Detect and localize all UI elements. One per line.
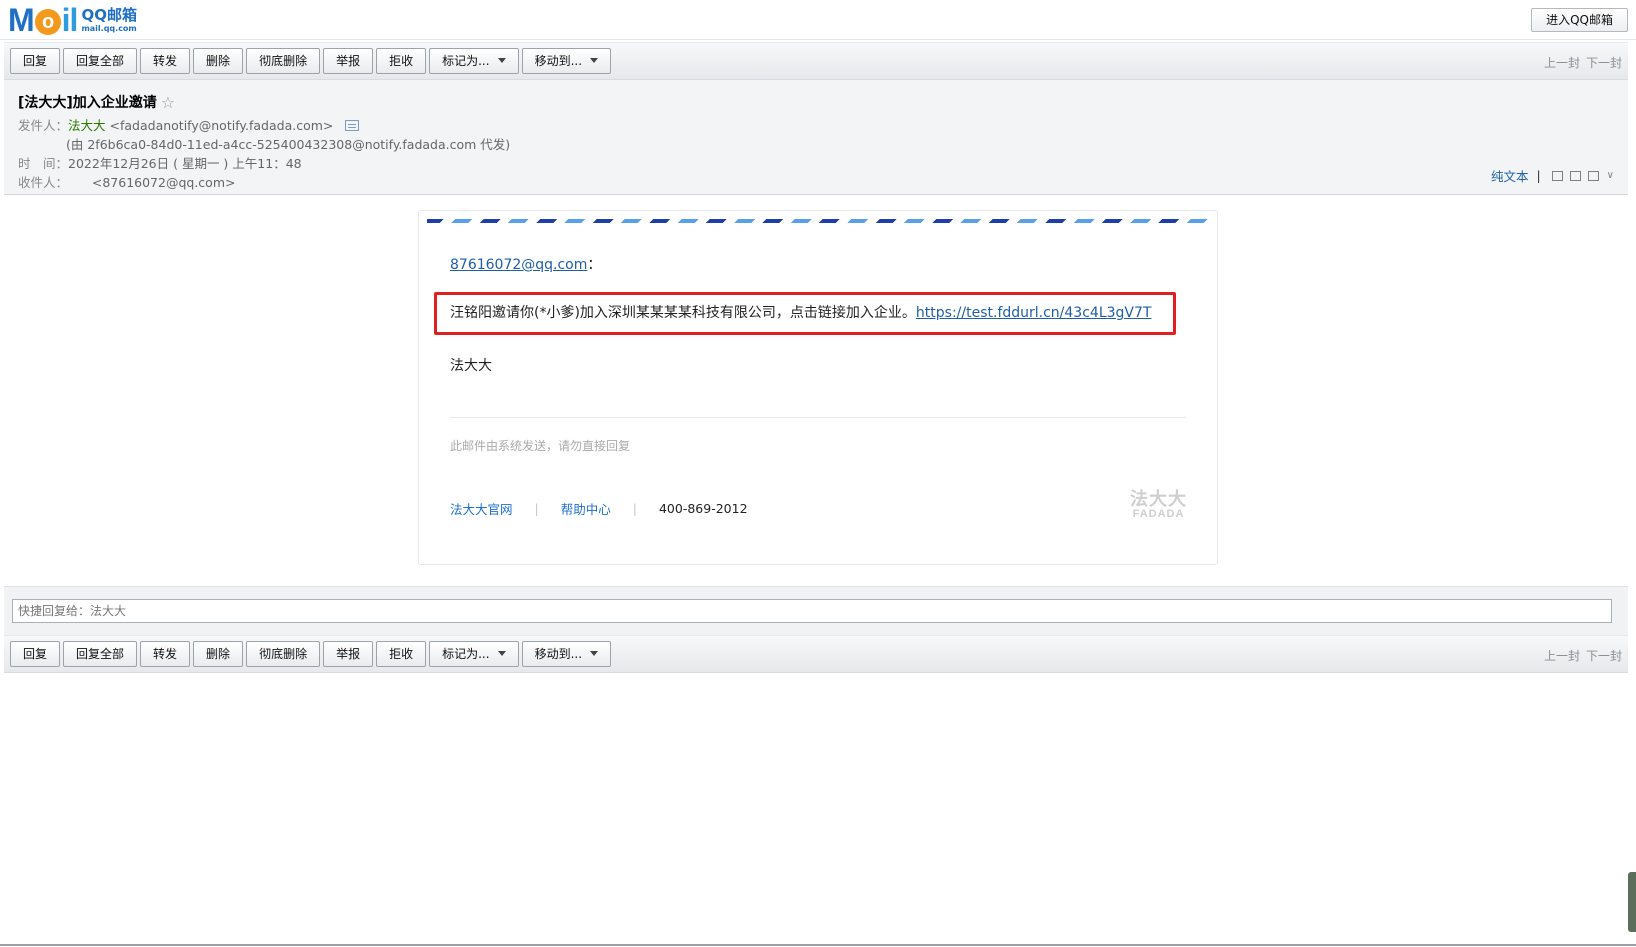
quick-reply-bar: 快捷回复给：法大大: [4, 586, 1628, 636]
support-phone: 400-869-2012: [658, 501, 748, 516]
toolbar-buttons: 回复 回复全部 转发 删除 彻底删除 举报 拒收 标记为... 移动到...: [10, 641, 612, 667]
forward-button[interactable]: 转发: [140, 48, 191, 74]
recipient-value: <87616072@qq.com>: [91, 175, 236, 190]
prev-next-nav: 上一封 下一封: [1544, 647, 1622, 664]
logo-domain: mail.qq.com: [81, 23, 137, 33]
reply-all-button[interactable]: 回复全部: [63, 48, 138, 74]
chevron-down-icon: [590, 651, 599, 656]
system-notice: 此邮件由系统发送，请勿直接回复: [450, 439, 631, 453]
top-header: Mo il QQ邮箱 mail.qq.com 进入QQ邮箱: [0, 0, 1636, 40]
more-chevron-icon[interactable]: ∨: [1607, 170, 1614, 181]
window-bottom-edge: [0, 944, 1636, 946]
logo-cn: QQ邮箱: [81, 5, 137, 24]
help-center-link[interactable]: 帮助中心: [561, 499, 611, 518]
enter-qqmail-button[interactable]: 进入QQ邮箱: [1531, 8, 1628, 32]
next-mail-link[interactable]: 下一封: [1586, 54, 1622, 71]
greeting: 87616072@qq.com：: [450, 257, 602, 273]
quick-reply-input[interactable]: 快捷回复给：法大大: [12, 599, 1612, 623]
footer-links: 法大大官网 | 帮助中心 | 400-869-2012: [450, 499, 748, 518]
time-line: 时 间：2022年12月26日 ( 星期一 ) 上午11：48: [18, 156, 302, 171]
mail-body-card: 87616072@qq.com： 汪铭阳邀请你(*小爹)加入深圳某某某某科技有限…: [418, 210, 1218, 565]
scrollbar-handle[interactable]: [1628, 872, 1636, 932]
divider: [450, 417, 1186, 418]
prev-mail-link[interactable]: 上一封: [1544, 647, 1580, 664]
mark-as-dropdown[interactable]: 标记为...: [429, 641, 519, 667]
mail-toolbar-top: 回复 回复全部 转发 删除 彻底删除 举报 拒收 标记为... 移动到... 上…: [4, 42, 1628, 80]
save-icon[interactable]: [1569, 170, 1581, 181]
chevron-down-icon: [590, 58, 599, 63]
reply-button[interactable]: 回复: [10, 641, 61, 667]
sender-line: 发件人：法大大 <fadadanotify@notify.fadada.com>: [18, 115, 360, 134]
report-button[interactable]: 举报: [323, 641, 374, 667]
chevron-down-icon: [497, 58, 506, 63]
delete-button[interactable]: 删除: [193, 48, 244, 74]
invite-link[interactable]: https://test.fddurl.cn/43c4L3gV7T: [916, 305, 1152, 321]
forward-button[interactable]: 转发: [140, 641, 191, 667]
reply-all-button[interactable]: 回复全部: [63, 641, 138, 667]
mark-as-dropdown[interactable]: 标记为...: [429, 48, 519, 74]
fadada-logo: 法大大 FADADA: [1130, 489, 1187, 520]
greeting-email-link[interactable]: 87616072@qq.com: [450, 257, 587, 273]
delete-button[interactable]: 删除: [193, 641, 244, 667]
mail-header: [法大大]加入企业邀请 ☆ 发件人：法大大 <fadadanotify@noti…: [4, 80, 1628, 195]
official-site-link[interactable]: 法大大官网: [450, 499, 513, 518]
on-behalf-line: (由 2f6b6ca0-84d0-11ed-a4cc-525400432308@…: [66, 137, 511, 152]
reject-button[interactable]: 拒收: [376, 48, 427, 74]
signature: 法大大: [450, 358, 492, 374]
invite-line: 汪铭阳邀请你(*小爹)加入深圳某某某某科技有限公司，点击链接加入企业。https…: [450, 305, 1152, 321]
sender-email: <fadadanotify@notify.fadada.com>: [109, 118, 334, 133]
next-mail-link[interactable]: 下一封: [1586, 647, 1622, 664]
move-to-dropdown[interactable]: 移动到...: [521, 641, 612, 667]
move-to-dropdown[interactable]: 移动到...: [521, 48, 612, 74]
airmail-border: [427, 219, 1209, 223]
qqmail-logo[interactable]: Mo il QQ邮箱 mail.qq.com: [8, 4, 137, 36]
prev-mail-link[interactable]: 上一封: [1544, 54, 1580, 71]
report-button[interactable]: 举报: [323, 48, 374, 74]
delete-permanently-button[interactable]: 彻底删除: [246, 641, 321, 667]
logo-mark: Mo il: [8, 2, 78, 38]
view-tools: 纯文本 | ∨: [1490, 166, 1614, 185]
sender-name[interactable]: 法大大: [68, 118, 106, 133]
chevron-down-icon: [497, 651, 506, 656]
print-icon[interactable]: [1587, 170, 1599, 181]
time-value: 2022年12月26日 ( 星期一 ) 上午11：48: [68, 156, 302, 171]
prev-next-nav: 上一封 下一封: [1544, 54, 1622, 71]
plain-text-link[interactable]: 纯文本: [1491, 166, 1529, 185]
toolbar-buttons: 回复 回复全部 转发 删除 彻底删除 举报 拒收 标记为... 移动到...: [10, 48, 612, 74]
delete-permanently-button[interactable]: 彻底删除: [246, 48, 321, 74]
contact-card-icon[interactable]: [345, 120, 360, 131]
reject-button[interactable]: 拒收: [376, 641, 427, 667]
reply-button[interactable]: 回复: [10, 48, 61, 74]
recipient-line: 收件人： <87616072@qq.com>: [18, 175, 236, 190]
mail-toolbar-bottom: 回复 回复全部 转发 删除 彻底删除 举报 拒收 标记为... 移动到... 上…: [4, 635, 1628, 673]
new-window-icon[interactable]: [1551, 170, 1563, 181]
star-icon[interactable]: ☆: [161, 93, 175, 112]
mail-subject: [法大大]加入企业邀请 ☆: [18, 92, 176, 112]
logo-text: QQ邮箱 mail.qq.com: [81, 5, 137, 33]
